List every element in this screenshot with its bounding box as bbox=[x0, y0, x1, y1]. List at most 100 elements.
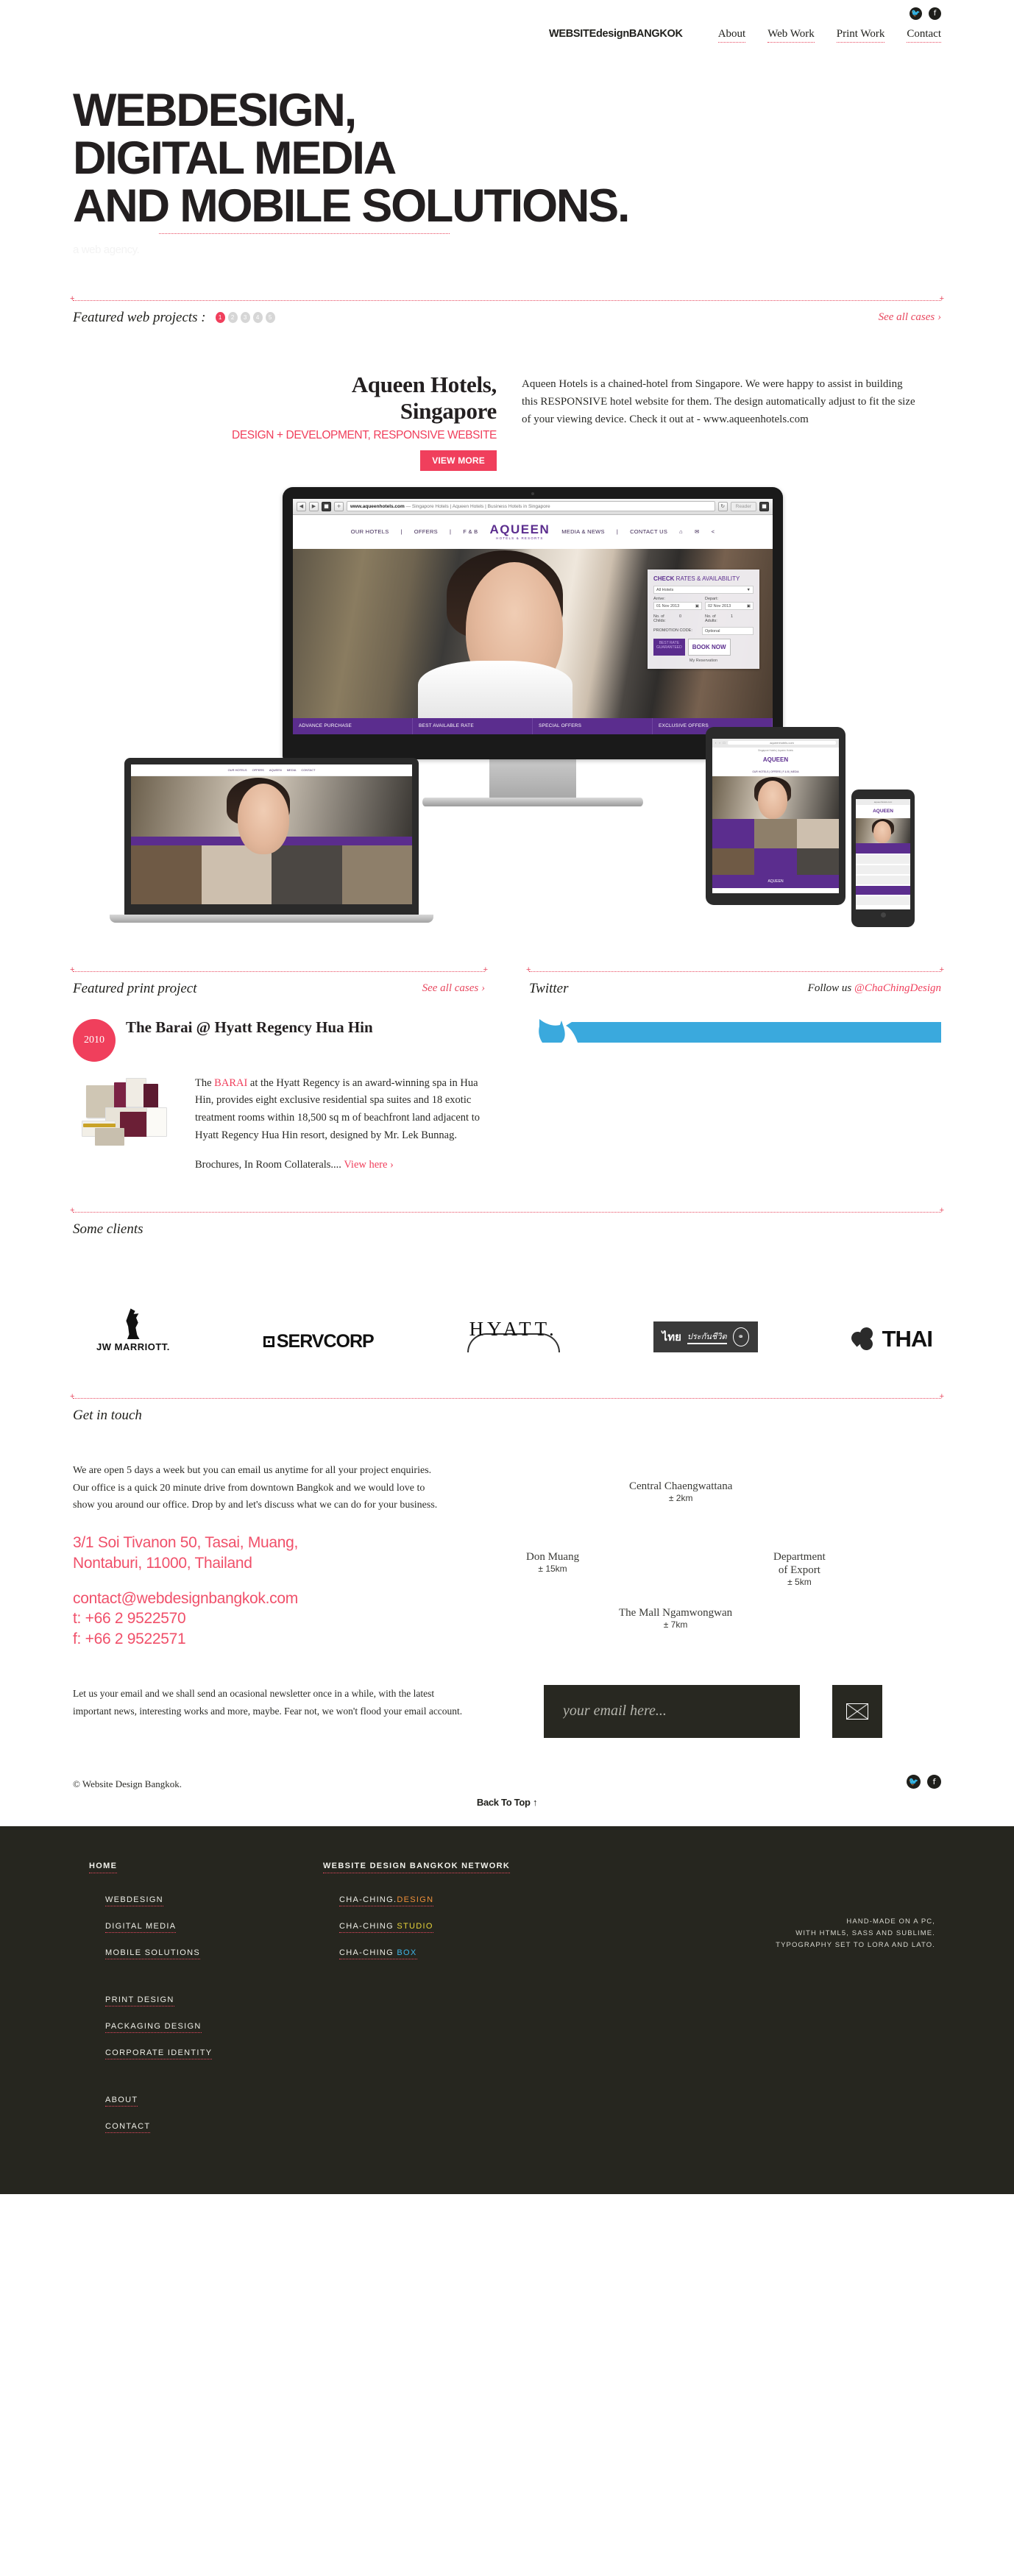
forward-icon[interactable]: ▶ bbox=[309, 501, 319, 511]
footer-link-webdesign[interactable]: WEBDESIGN bbox=[105, 1895, 163, 1906]
promo-advance-purchase[interactable]: ADVANCE PURCHASE bbox=[293, 717, 413, 734]
aqueen-nav-our-hotels[interactable]: OUR HOTELS bbox=[351, 528, 389, 535]
pager-dot-5[interactable]: 5 bbox=[265, 312, 275, 324]
promo-best-available[interactable]: BEST AVAILABLE RATE bbox=[413, 717, 533, 734]
network-base: CHA-CHING. bbox=[339, 1895, 397, 1904]
footer-home-heading[interactable]: HOME bbox=[89, 1862, 118, 1873]
arrive-label: Arrive: bbox=[653, 596, 665, 601]
depart-date-field[interactable]: 02 Nov 2013 ▣ bbox=[705, 601, 754, 610]
poi-distance: ± 2km bbox=[668, 1493, 693, 1504]
share-icon[interactable]: < bbox=[712, 528, 715, 535]
print-project-thumbnail bbox=[73, 1074, 182, 1154]
twitter-icon[interactable]: 🐦 bbox=[910, 7, 922, 20]
footer-link-cha-ching-studio[interactable]: CHA-CHING STUDIO bbox=[339, 1922, 433, 1933]
phone-mockup: aqueenhotels.com AQUEEN bbox=[851, 789, 915, 927]
client-logo-servcorp: SERVCORP bbox=[263, 1331, 375, 1352]
nav-item-about[interactable]: About bbox=[717, 28, 746, 43]
footer-link-corporate-identity[interactable]: CORPORATE IDENTITY bbox=[105, 2048, 213, 2059]
arrive-date-field[interactable]: 01 Nov 2013 ▣ bbox=[653, 601, 702, 610]
childs-value[interactable]: 0 bbox=[679, 614, 702, 623]
back-to-top-link[interactable]: Back To Top ↑ bbox=[477, 1797, 538, 1808]
site-brand[interactable]: WEBSITEdesignBANGKOK bbox=[549, 28, 683, 40]
reload-icon[interactable]: ↻ bbox=[717, 501, 728, 511]
aqueen-nav-fb[interactable]: F & B bbox=[463, 528, 478, 535]
home-icon[interactable]: ⌂ bbox=[679, 528, 683, 535]
footer-link-mobile-solutions[interactable]: MOBILE SOLUTIONS bbox=[105, 1948, 200, 1959]
phone-url-bar[interactable]: aqueenhotels.com bbox=[856, 798, 910, 805]
twitter-icon[interactable]: 🐦 bbox=[907, 1774, 921, 1789]
page-root: 🐦 f WEBSITEdesignBANGKOK About Web Work … bbox=[0, 0, 1014, 2194]
pager-dot-1[interactable]: 1 bbox=[215, 312, 225, 324]
aqueen-logo-sub: HOTELS & RESORTS bbox=[496, 536, 544, 540]
adults-value[interactable]: 1 bbox=[731, 614, 754, 623]
section-divider bbox=[526, 965, 944, 977]
sidebar-icon[interactable]: ■ bbox=[322, 501, 331, 511]
client-logo-hyatt: HYATT. bbox=[467, 1318, 560, 1353]
depart-label: Depart: bbox=[705, 596, 719, 601]
browser-url-bar[interactable]: www.aqueenhotels.com — Singapore Hotels … bbox=[347, 501, 715, 512]
address-line-1: 3/1 Soi Tivanon 50, Tasai, Muang, bbox=[73, 1534, 299, 1552]
footer-link-packaging-design[interactable]: PACKAGING DESIGN bbox=[105, 2022, 202, 2033]
view-here-link[interactable]: View here › bbox=[344, 1159, 394, 1171]
contact-fax: f: +66 2 9522571 bbox=[73, 1630, 186, 1647]
credit-line-2: WITH HTML5, SASS AND SUBLIME. bbox=[795, 1929, 935, 1937]
see-all-print-cases-link[interactable]: See all cases › bbox=[422, 982, 485, 995]
twitter-title: Twitter bbox=[529, 980, 569, 996]
nav-item-contact[interactable]: Contact bbox=[907, 28, 941, 43]
promo-code-field[interactable]: Optional bbox=[702, 626, 754, 635]
aqueen-nav-media[interactable]: MEDIA & NEWS bbox=[561, 528, 605, 535]
book-now-button[interactable]: BOOK NOW bbox=[687, 638, 731, 656]
pager-dot-3[interactable]: 3 bbox=[240, 312, 250, 324]
footer-link-digital-media[interactable]: DIGITAL MEDIA bbox=[105, 1922, 177, 1933]
forward-icon[interactable]: › bbox=[719, 741, 720, 745]
footer-link-print-design[interactable]: PRINT DESIGN bbox=[105, 1995, 174, 2006]
add-tab-icon[interactable]: + bbox=[334, 501, 344, 511]
phone-bar bbox=[856, 842, 910, 854]
booking-title-strong: CHECK bbox=[653, 575, 675, 582]
pager-dot-4[interactable]: 4 bbox=[252, 312, 263, 324]
footer-link-about[interactable]: ABOUT bbox=[105, 2096, 138, 2107]
grid-cell bbox=[754, 848, 797, 875]
section-divider bbox=[70, 965, 488, 977]
tablet-url[interactable]: aqueenhotels.com bbox=[728, 741, 836, 745]
newsletter-submit-button[interactable] bbox=[832, 1684, 882, 1738]
mini-nav-item: AQUEEN bbox=[269, 767, 282, 772]
my-reservation-link[interactable]: My Reservation bbox=[653, 659, 754, 663]
aqueen-nav-contact[interactable]: CONTACT US bbox=[630, 528, 667, 535]
aqueen-logo-text: AQUEEN bbox=[489, 522, 550, 536]
contact-email[interactable]: contact@webdesignbangkok.com bbox=[73, 1589, 485, 1609]
nav-item-print-work[interactable]: Print Work bbox=[836, 28, 885, 43]
pager-dot-2[interactable]: 2 bbox=[227, 312, 238, 324]
hero-line-2: DIGITAL MEDIA bbox=[73, 132, 397, 184]
promo-special-offers[interactable]: SPECIAL OFFERS bbox=[533, 717, 653, 734]
see-all-web-cases-link[interactable]: See all cases › bbox=[879, 311, 941, 324]
share-icon[interactable]: □ bbox=[723, 741, 725, 745]
arrive-value: 01 Nov 2013 bbox=[656, 603, 680, 608]
poi-name-line1: Department bbox=[773, 1551, 826, 1564]
childs-label: No. of Childs: bbox=[653, 614, 666, 623]
footer-link-contact[interactable]: CONTACT bbox=[105, 2122, 151, 2133]
facebook-icon[interactable]: f bbox=[927, 1774, 941, 1789]
twitter-handle-link[interactable]: @ChaChingDesign bbox=[854, 982, 941, 994]
nav-item-web-work[interactable]: Web Work bbox=[767, 28, 815, 43]
phone-row bbox=[856, 885, 910, 895]
view-more-button[interactable]: VIEW MORE bbox=[420, 450, 497, 471]
phone-home-button[interactable] bbox=[880, 912, 886, 918]
downloads-icon[interactable]: ■ bbox=[759, 501, 769, 511]
network-accent: DESIGN bbox=[397, 1895, 434, 1904]
featured-web-heading: Featured web projects : 1 2 3 4 5 bbox=[73, 310, 275, 326]
back-icon[interactable]: ‹ bbox=[715, 741, 716, 745]
newsletter-email-input[interactable] bbox=[544, 1684, 800, 1738]
reader-button[interactable]: Reader bbox=[730, 501, 756, 511]
footer-link-cha-ching-design[interactable]: CHA-CHING.DESIGN bbox=[339, 1895, 434, 1906]
hotel-select[interactable]: All Hotels ▼ bbox=[653, 585, 754, 594]
footer-link-cha-ching-box[interactable]: CHA-CHING BOX bbox=[339, 1948, 417, 1959]
back-icon[interactable]: ◀ bbox=[297, 501, 306, 511]
aqueen-nav-offers[interactable]: OFFERS bbox=[414, 528, 438, 535]
phone-row bbox=[856, 854, 910, 864]
facebook-icon[interactable]: f bbox=[929, 7, 941, 20]
phone-screen-content: aqueenhotels.com AQUEEN bbox=[856, 798, 910, 909]
mail-icon[interactable]: ✉ bbox=[695, 528, 700, 535]
print-project-title: The Barai @ Hyatt Regency Hua Hin bbox=[126, 1018, 373, 1036]
twitter-bird-graphic bbox=[529, 1018, 941, 1055]
